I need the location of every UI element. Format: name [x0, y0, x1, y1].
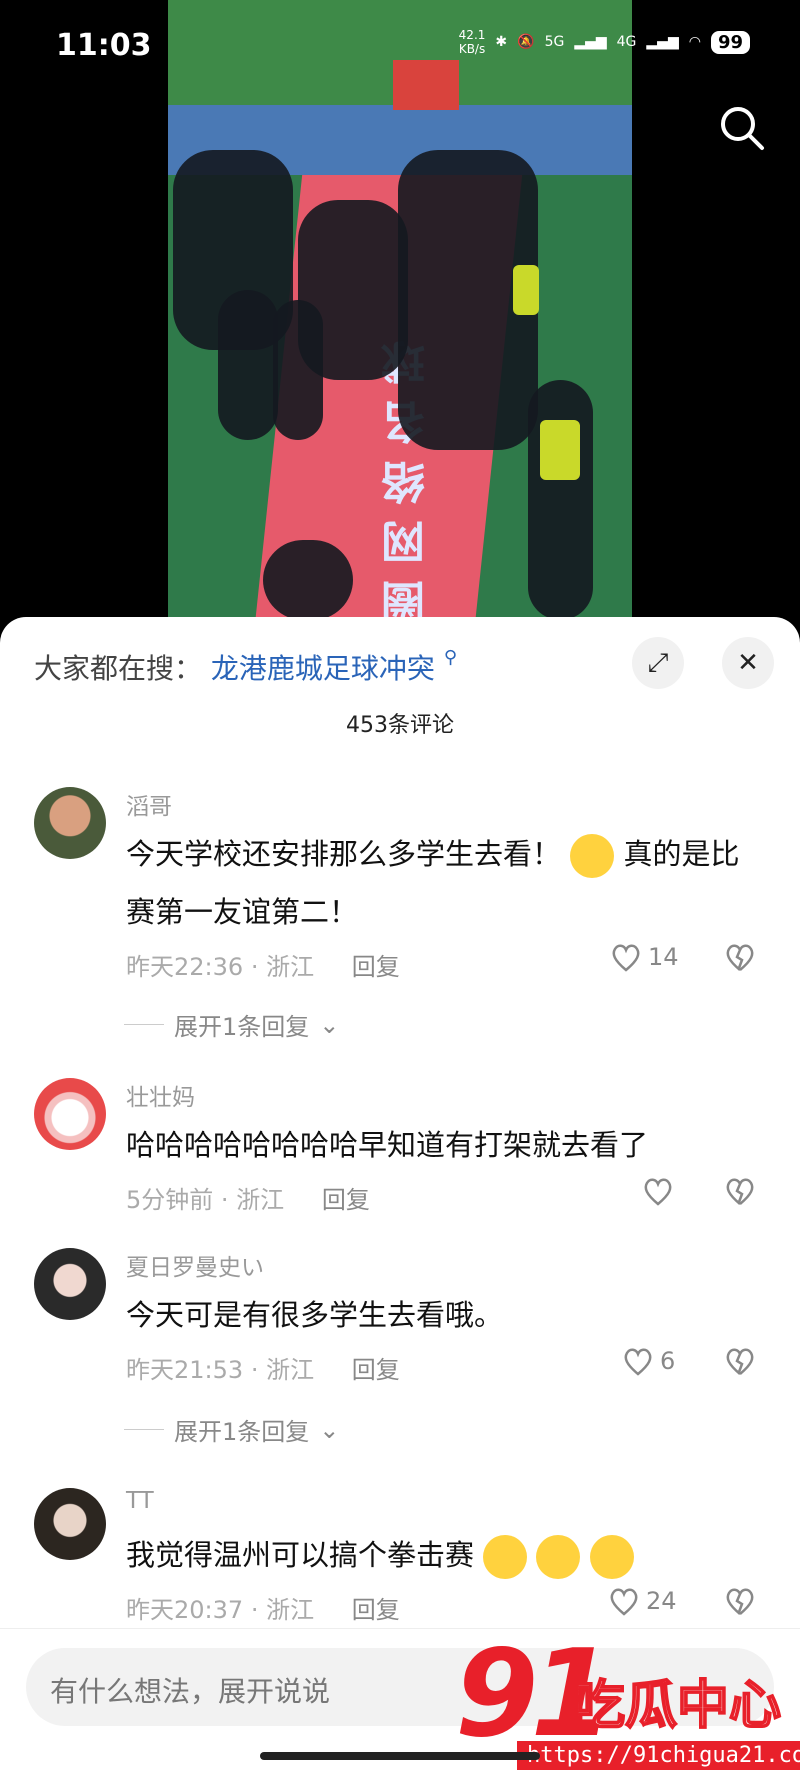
signal-icon: ▂▄▆	[574, 34, 607, 50]
signal-5g-label: 5G	[544, 34, 565, 50]
crowd-person	[273, 300, 323, 440]
comment-time: 5分钟前	[126, 1186, 214, 1214]
comment-author[interactable]: 夏日罗曼史い	[126, 1248, 264, 1282]
shushing-emoji-icon	[536, 1535, 581, 1579]
comment-location: 浙江	[266, 953, 315, 981]
shushing-emoji-icon	[483, 1535, 528, 1579]
watermark-name: 吃瓜中心	[572, 1675, 782, 1737]
divider-line	[124, 1024, 164, 1025]
reply-button[interactable]: 回复	[352, 953, 400, 981]
expand-replies-label: 展开1条回复	[174, 1013, 310, 1041]
like-button[interactable]	[642, 1176, 674, 1206]
avatar[interactable]	[34, 787, 106, 859]
trending-search[interactable]: 大家都在搜： 龙港鹿城足球冲突 ⚲	[34, 647, 457, 687]
dislike-button[interactable]	[724, 1346, 756, 1380]
dislike-button[interactable]	[724, 1176, 756, 1210]
mute-icon: 🔕	[517, 34, 535, 50]
broken-heart-icon	[726, 944, 754, 971]
status-bar: 11:03 42.1 KB/s ✱ 🔕 5G ▂▄▆ 4G ▂▄▆ ◠ 99	[0, 0, 800, 90]
comment-text-part: 今天学校还安排那么多学生去看！	[126, 837, 562, 871]
security-vest	[513, 265, 539, 315]
battery-indicator: 99	[710, 30, 750, 54]
broken-heart-icon	[726, 1348, 754, 1375]
comment-author[interactable]: TT	[126, 1488, 154, 1514]
clock: 11:03	[56, 28, 152, 63]
avatar[interactable]	[34, 1078, 106, 1150]
avatar[interactable]	[34, 1488, 106, 1560]
trending-search-query[interactable]: 龙港鹿城足球冲突	[211, 652, 435, 685]
dislike-button[interactable]	[724, 942, 756, 976]
shushing-emoji-icon	[589, 1535, 634, 1579]
camera-operator	[263, 540, 353, 620]
comment-text: 今天可是有很多学生去看哦。	[126, 1298, 504, 1332]
comment-location: 浙江	[266, 1356, 315, 1384]
chevron-down-icon: ⌄	[319, 1010, 340, 1039]
comment-text: 今天学校还安排那么多学生去看！ 真的是比赛第一友谊第二！	[126, 825, 766, 941]
heart-icon	[624, 1348, 652, 1376]
expand-replies-button[interactable]: 展开1条回复 ⌄	[124, 1412, 340, 1447]
dislike-button[interactable]	[724, 1586, 756, 1620]
heart-icon	[610, 1588, 638, 1616]
security-vest	[540, 420, 580, 480]
net-speed-unit: KB/s	[458, 42, 486, 56]
chevron-down-icon: ⌄	[319, 1415, 340, 1444]
like-count: 14	[648, 943, 679, 971]
comment-meta: 5分钟前 · 浙江 回复	[126, 1186, 370, 1214]
broken-heart-icon	[726, 1178, 754, 1205]
bluetooth-icon: ✱	[495, 34, 508, 50]
video-player[interactable]: 圈网络名球	[168, 0, 632, 620]
avatar[interactable]	[34, 1248, 106, 1320]
like-button[interactable]: 6	[622, 1346, 675, 1376]
signal-4g-label: 4G	[616, 34, 637, 50]
divider-line	[124, 1429, 164, 1430]
like-button[interactable]: 14	[610, 942, 679, 972]
comment-time: 昨天22:36	[126, 953, 244, 981]
watermark-url: https://91chigua21.com	[517, 1741, 800, 1770]
comment-sheet: 大家都在搜： 龙港鹿城足球冲突 ⚲ ⤢ ✕ 453条评论	[0, 617, 800, 1778]
close-icon[interactable]: ✕	[722, 637, 774, 689]
comment-meta: 昨天20:37 · 浙江 回复	[126, 1596, 400, 1624]
security-guard	[528, 380, 593, 620]
comment-meta: 昨天22:36 · 浙江 回复	[126, 953, 400, 981]
like-button[interactable]: 24	[608, 1586, 677, 1616]
comment-meta: 昨天21:53 · 浙江 回复	[126, 1356, 400, 1384]
comment-text-part: 我觉得温州可以搞个拳击赛	[126, 1538, 475, 1572]
like-count: 24	[646, 1587, 677, 1615]
crowd-person	[218, 290, 278, 440]
comment-location: 浙江	[236, 1186, 285, 1214]
reply-button[interactable]: 回复	[352, 1356, 400, 1384]
comment-author[interactable]: 壮壮妈	[126, 1078, 195, 1112]
comment-location: 浙江	[266, 1596, 315, 1624]
like-count: 6	[660, 1347, 676, 1375]
comment-author[interactable]: 滔哥	[126, 787, 172, 821]
comment-input-placeholder: 有什么想法，展开说说	[50, 1675, 331, 1708]
laughing-crying-emoji-icon	[570, 834, 615, 878]
trending-search-label: 大家都在搜：	[34, 652, 203, 685]
comment-count: 453条评论	[346, 713, 454, 738]
home-indicator[interactable]	[260, 1752, 540, 1760]
broken-heart-icon	[726, 1588, 754, 1615]
comment-text: 我觉得温州可以搞个拳击赛	[126, 1526, 766, 1584]
comment-time: 昨天20:37	[126, 1596, 244, 1624]
heart-icon	[644, 1178, 672, 1206]
system-icons: 42.1 KB/s ✱ 🔕 5G ▂▄▆ 4G ▂▄▆ ◠ 99	[459, 28, 750, 56]
expand-icon[interactable]: ⤢	[632, 637, 684, 689]
net-speed-value: 42.1	[458, 28, 486, 42]
signal-icon: ▂▄▆	[646, 34, 679, 50]
comment-time: 昨天21:53	[126, 1356, 244, 1384]
heart-icon	[612, 944, 640, 972]
network-speed: 42.1 KB/s	[459, 28, 486, 56]
search-small-icon: ⚲	[443, 647, 458, 668]
expand-replies-button[interactable]: 展开1条回复 ⌄	[124, 1007, 340, 1042]
reply-button[interactable]: 回复	[352, 1596, 400, 1624]
expand-replies-label: 展开1条回复	[174, 1418, 310, 1446]
wifi-icon: ◠	[688, 34, 701, 50]
reply-button[interactable]: 回复	[322, 1186, 370, 1214]
search-icon[interactable]	[714, 100, 770, 156]
comment-text: 哈哈哈哈哈哈哈哈早知道有打架就去看了	[126, 1128, 649, 1162]
